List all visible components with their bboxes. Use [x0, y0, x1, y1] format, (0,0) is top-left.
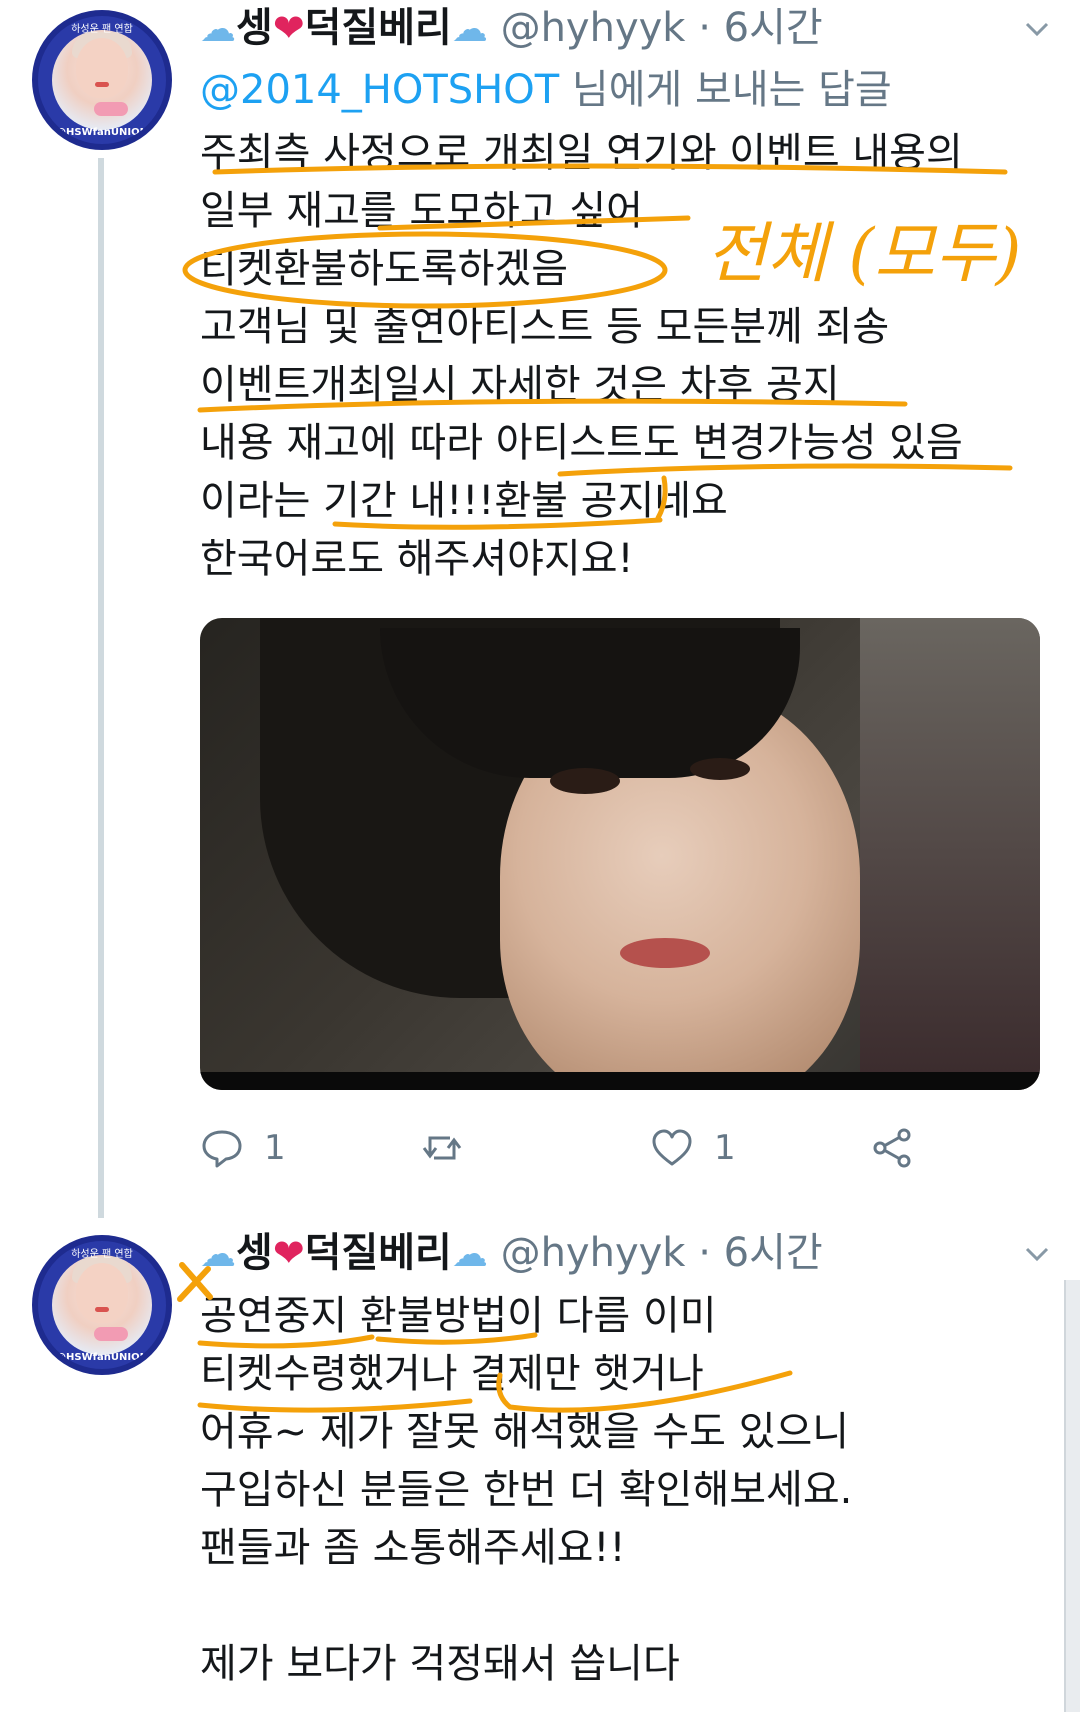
avatar[interactable]: 하성운 팬 연합 @HSWfanUNION [32, 10, 172, 150]
tweet-header: ☁셍❤덕질베리☁ @hyhyyk · 6시간 [200, 1225, 1060, 1285]
media-eye [690, 758, 750, 780]
avatar-face [76, 1263, 128, 1323]
tweet-text-line: 이라는 기간 내!!!환불 공지네요 [200, 478, 728, 524]
media-background [860, 618, 1040, 1090]
user-handle[interactable]: @hyhyyk [501, 5, 686, 51]
adjacent-panel-edge [1064, 1280, 1080, 1712]
media-image[interactable] [200, 618, 1040, 1090]
avatar-mouth [95, 1307, 109, 1312]
display-name[interactable]: 셍 [236, 1230, 273, 1276]
tweet-text-line: 제가 보다가 걱정돼서 씁니다 [200, 1641, 680, 1687]
cloud-icon: ☁ [200, 1234, 236, 1275]
reply-context-text: 님에게 보내는 답글 [559, 67, 892, 113]
reply-count: 1 [264, 1128, 286, 1168]
tweet-text: 공연중지 환불방법이 다름 이미 티켓수령했거나 결제만 햇거나 어휴~ 제가 … [200, 1287, 1040, 1693]
reply-context: @2014_HOTSHOT 님에게 보내는 답글 [200, 62, 892, 118]
display-name-suffix[interactable]: 덕질베리 [305, 1230, 452, 1276]
like-count: 1 [714, 1128, 736, 1168]
thread-connector-line [98, 158, 104, 1218]
tweet-text-line: 어휴~ 제가 잘못 해석했을 수도 있으니 [200, 1409, 850, 1455]
tweet-text-line [200, 1577, 1040, 1635]
timestamp[interactable]: · 6시간 [698, 5, 822, 51]
tweet-text-line: 팬들과 좀 소통해주세요!! [200, 1525, 626, 1571]
tweet-text-line: 한국어로도 해주셔야지요! [200, 536, 634, 582]
tweet-text-line: 티켓환불하도록하겠음 [200, 246, 568, 292]
cloud-icon: ☁ [200, 9, 236, 50]
reply-button[interactable]: 1 [200, 1118, 286, 1178]
tweet-text: 주최측 사정으로 개최일 연기와 이벤트 내용의 일부 재고를 도모하고 싶어 … [200, 124, 1040, 588]
media-eye [550, 768, 620, 794]
display-name-suffix[interactable]: 덕질베리 [305, 5, 452, 51]
avatar-ring-top-text: 하성운 팬 연합 [71, 1249, 133, 1260]
tweet-text-line: 고객님 및 출연아티스트 등 모든분께 죄송 [200, 304, 890, 350]
media-bottom-bar [200, 1072, 1040, 1090]
avatar-mouth [95, 82, 109, 87]
share-button[interactable] [870, 1118, 914, 1178]
tweet-actions: 1 1 [200, 1118, 960, 1178]
cloud-icon: ☁ [451, 1234, 488, 1275]
tweet-text-line: 티켓수령했거나 결제만 햇거나 [200, 1351, 704, 1397]
avatar-heart-sticker [94, 1327, 128, 1341]
heart-icon: ❤ [272, 1231, 305, 1275]
tweet-text-line: 이벤트개최일시 자세한 것은 차후 공지 [200, 362, 840, 408]
avatar-heart-sticker [94, 102, 128, 116]
tweet-text-line: 주최측 사정으로 개최일 연기와 이벤트 내용의 [200, 130, 963, 176]
share-icon [873, 1128, 911, 1168]
reply-icon [202, 1130, 242, 1168]
tweet-2[interactable]: 하성운 팬 연합 @HSWfanUNION ☁셍❤덕질베리☁ @hyhyyk ·… [0, 1225, 1080, 1712]
chevron-down-icon[interactable] [1022, 1239, 1052, 1269]
like-button[interactable]: 1 [650, 1118, 736, 1178]
tweet-text-line: 구입하신 분들은 한번 더 확인해보세요. [200, 1467, 853, 1513]
tweet-text-line: 일부 재고를 도모하고 싶어 [200, 188, 643, 234]
tweet-1[interactable]: 하성운 팬 연합 @HSWfanUNION ☁셍❤덕질베리☁ @hyhyyk ·… [0, 0, 1080, 1218]
heart-outline-icon [652, 1129, 692, 1166]
chevron-down-icon[interactable] [1022, 14, 1052, 44]
avatar-face [76, 38, 128, 98]
retweet-button[interactable] [420, 1118, 484, 1178]
tweet-header: ☁셍❤덕질베리☁ @hyhyyk · 6시간 [200, 0, 1060, 60]
avatar[interactable]: 하성운 팬 연합 @HSWfanUNION [32, 1235, 172, 1375]
cloud-icon: ☁ [451, 9, 488, 50]
avatar-ring-bottom-text: @HSWfanUNION [56, 127, 148, 138]
user-handle[interactable]: @hyhyyk [501, 1230, 686, 1276]
heart-icon: ❤ [272, 6, 305, 50]
reply-mention-link[interactable]: @2014_HOTSHOT [200, 67, 559, 113]
avatar-ring-top-text: 하성운 팬 연합 [71, 24, 133, 35]
avatar-ring-bottom-text: @HSWfanUNION [56, 1352, 148, 1363]
tweet-text-line: 내용 재고에 따라 아티스트도 변경가능성 있음 [200, 420, 963, 466]
tweet-text-line: 공연중지 환불방법이 다름 이미 [200, 1293, 717, 1339]
display-name[interactable]: 셍 [236, 5, 273, 51]
media-lips [620, 938, 710, 968]
timestamp[interactable]: · 6시간 [698, 1230, 822, 1276]
retweet-icon [422, 1136, 462, 1160]
